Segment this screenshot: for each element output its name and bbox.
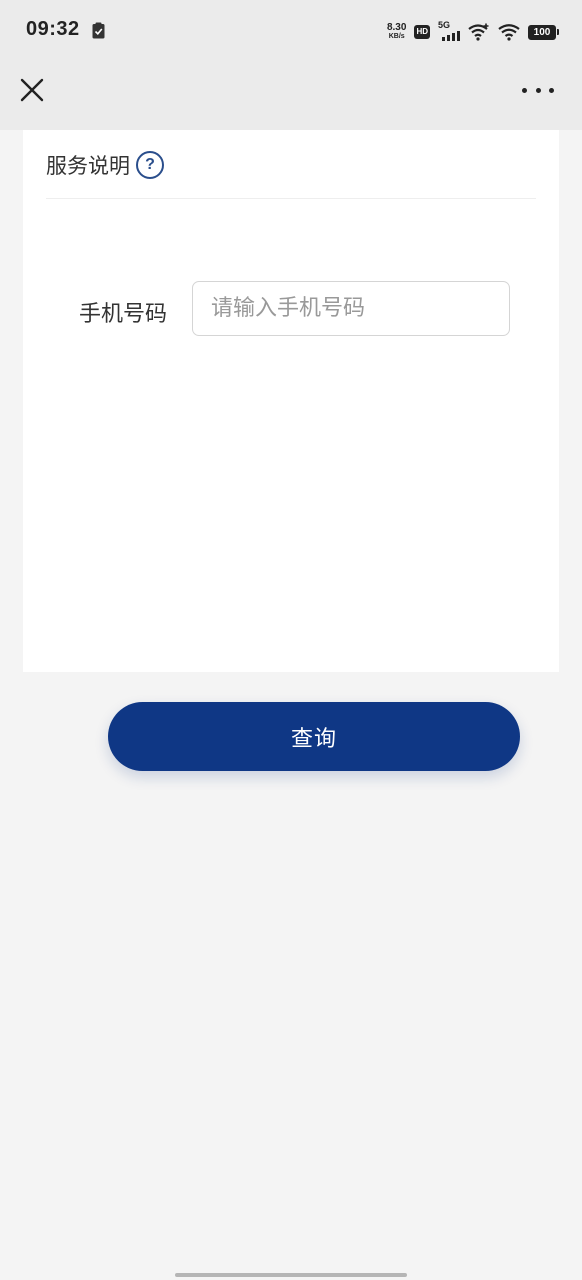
status-time: 09:32 xyxy=(26,18,80,40)
service-description-label: 服务说明 xyxy=(46,154,130,178)
query-button[interactable]: 查询 xyxy=(108,702,520,771)
cellular-signal-icon: 5G xyxy=(438,20,460,42)
service-description-row[interactable]: 服务说明 ? xyxy=(46,148,164,182)
divider xyxy=(46,198,536,199)
battery-icon: 100 xyxy=(528,24,559,40)
network-speed-value: 8.30 xyxy=(386,22,407,33)
status-bar: 09:32 8.30 KB/s HD 5G 100 xyxy=(0,0,582,64)
wifi-plus-icon xyxy=(468,23,489,41)
home-indicator[interactable] xyxy=(175,1273,407,1277)
network-type-label: 5G xyxy=(438,20,451,30)
network-speed-unit: KB/s xyxy=(388,33,405,40)
phone-number-label: 手机号码 xyxy=(79,302,168,327)
clipboard-check-icon xyxy=(92,22,105,39)
close-icon[interactable] xyxy=(18,76,46,104)
hd-badge: HD xyxy=(414,25,430,39)
phone-number-input[interactable] xyxy=(192,281,510,336)
query-card: 服务说明 ? 手机号码 查询 xyxy=(23,130,559,771)
help-icon[interactable]: ? xyxy=(136,151,164,179)
more-dots-icon[interactable] xyxy=(522,84,554,96)
signal-bars xyxy=(442,31,460,41)
status-indicators: 8.30 KB/s HD 5G 100 xyxy=(387,20,559,44)
network-speed: 8.30 KB/s xyxy=(387,23,406,41)
wifi-icon xyxy=(498,24,520,41)
nav-bar xyxy=(0,64,582,130)
